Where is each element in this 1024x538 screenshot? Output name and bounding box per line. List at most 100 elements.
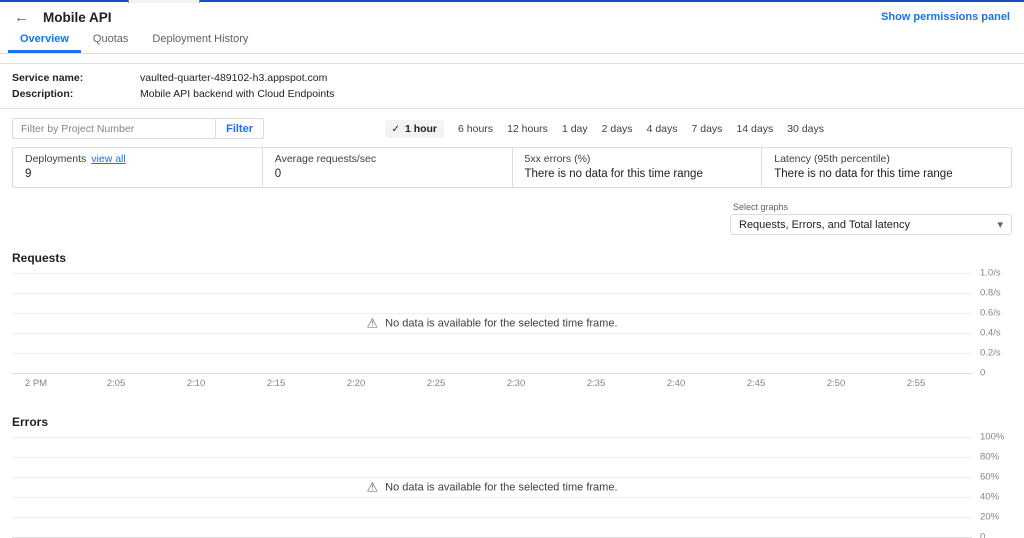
y-tick-label: 0.8/s — [980, 287, 1001, 299]
warning-icon: ⚠ — [366, 479, 379, 495]
x-tick-label: 2:40 — [666, 378, 686, 389]
filter-row: Filter ✓ 1 hour 6 hours 12 hours 1 day 2 … — [0, 118, 1024, 139]
y-tick-label: 1.0/s — [980, 267, 1001, 279]
errors-chart-plot: ⚠ No data is available for the selected … — [12, 437, 972, 538]
time-chip-1-hour[interactable]: ✓ 1 hour — [384, 119, 445, 138]
y-tick-label: 0.2/s — [980, 347, 1001, 359]
service-description-value: Mobile API backend with Cloud Endpoints — [140, 88, 335, 100]
no-data-message: ⚠ No data is available for the selected … — [367, 481, 618, 494]
filter-button[interactable]: Filter — [215, 119, 263, 138]
errors-5xx-card: 5xx errors (%) There is no data for this… — [511, 148, 762, 187]
deployments-label: Deployments view all — [25, 153, 250, 165]
deployments-card: Deployments view all 9 — [13, 148, 262, 187]
gridline — [12, 293, 972, 294]
deployments-label-text: Deployments — [25, 153, 87, 165]
time-range-selector: ✓ 1 hour 6 hours 12 hours 1 day 2 days 4 … — [384, 119, 824, 138]
project-filter-box: Filter — [12, 118, 264, 139]
time-chip-2-days[interactable]: 2 days — [602, 123, 633, 135]
service-description-row: Description: Mobile API backend with Clo… — [12, 86, 1012, 102]
stats-cards: Deployments view all 9 Average requests/s… — [12, 147, 1012, 188]
avg-requests-card: Average requests/sec 0 — [261, 148, 512, 187]
graph-select-value: Requests, Errors, and Total latency — [739, 218, 910, 231]
requests-y-axis: 1.0/s 0.8/s 0.6/s 0.4/s 0.2/s 0 — [972, 268, 1012, 379]
dropdown-caret-icon: ▾ — [997, 219, 1003, 231]
time-chip-4-days[interactable]: 4 days — [647, 123, 678, 135]
graph-select-label: Select graphs — [733, 202, 789, 212]
tab-quotas[interactable]: Quotas — [81, 29, 140, 53]
view-all-link[interactable]: view all — [91, 153, 125, 165]
y-tick-label: 0.6/s — [980, 307, 1001, 319]
service-description-label: Description: — [12, 88, 74, 100]
y-tick-label: 0 — [980, 367, 986, 379]
requests-chart-title: Requests — [12, 251, 67, 265]
browser-top-edge — [0, 0, 1024, 3]
avg-requests-label: Average requests/sec — [274, 153, 377, 165]
gridline — [12, 457, 972, 458]
page-header: ← Mobile API Show permissions panel — [0, 2, 1024, 32]
service-info-block: Service name: vaulted-quarter-489102-h3.… — [0, 63, 1024, 109]
time-chip-1-day[interactable]: 1 day — [562, 123, 588, 135]
tab-bar: Overview Quotas Deployment History — [0, 32, 1024, 54]
graph-select-dropdown[interactable]: Requests, Errors, and Total latency ▾ — [730, 214, 1012, 235]
gridline — [12, 273, 972, 274]
browser-tab-remnant — [128, 0, 200, 3]
requests-chart-section: Requests ⚠ No data is available for the … — [0, 251, 1024, 389]
y-tick-label: 60% — [980, 471, 1000, 483]
endpoints-service-page: ← Mobile API Show permissions panel Over… — [0, 0, 1024, 538]
latency-card: Latency (95th percentile) There is no da… — [761, 148, 1011, 187]
time-chip-30-days[interactable]: 30 days — [787, 123, 824, 135]
y-tick-label: 0.4/s — [980, 327, 1001, 339]
gridline — [12, 517, 972, 518]
x-tick-label: 2:10 — [186, 378, 206, 389]
no-data-message: ⚠ No data is available for the selected … — [367, 317, 618, 330]
x-tick-label: 2:15 — [266, 378, 286, 389]
service-name-value: vaulted-quarter-489102-h3.appspot.com — [140, 72, 328, 84]
project-filter-input[interactable] — [13, 122, 216, 135]
x-tick-label: 2:35 — [586, 378, 606, 389]
x-tick-label: 2:30 — [506, 378, 526, 389]
time-chip-label: 1 hour — [404, 122, 438, 135]
errors-chart-section: Errors ⚠ No data is available for the se… — [0, 415, 1024, 538]
time-chip-7-days[interactable]: 7 days — [692, 123, 723, 135]
x-tick-label: 2:05 — [106, 378, 126, 389]
x-tick-label: 2:55 — [906, 378, 926, 389]
gridline — [12, 497, 972, 498]
gridline — [12, 353, 972, 354]
latency-value: There is no data for this time range — [774, 168, 953, 180]
errors-y-axis: 100% 80% 60% 40% 20% 0 — [972, 432, 1012, 538]
gridline — [12, 333, 972, 334]
service-name-row: Service name: vaulted-quarter-489102-h3.… — [12, 70, 1012, 86]
gridline — [12, 477, 972, 478]
avg-requests-value: 0 — [274, 168, 282, 180]
time-chip-12-hours[interactable]: 12 hours — [507, 123, 548, 135]
service-name-label: Service name: — [12, 72, 84, 84]
x-tick-label: 2:45 — [746, 378, 766, 389]
errors-chart-title: Errors — [12, 415, 49, 429]
graph-select-wrap: Select graphs Requests, Errors, and Tota… — [730, 202, 1012, 235]
show-permissions-link[interactable]: Show permissions panel — [881, 11, 1010, 23]
errors-chart: ⚠ No data is available for the selected … — [12, 432, 1012, 538]
x-tick-label: 2:25 — [426, 378, 446, 389]
time-chip-6-hours[interactable]: 6 hours — [458, 123, 493, 135]
errors-5xx-value: There is no data for this time range — [524, 168, 703, 180]
gridline — [12, 313, 972, 314]
time-chip-14-days[interactable]: 14 days — [736, 123, 773, 135]
tab-deployment-history[interactable]: Deployment History — [140, 29, 260, 53]
no-data-text: No data is available for the selected ti… — [385, 481, 618, 493]
tab-overview[interactable]: Overview — [8, 29, 81, 53]
warning-icon: ⚠ — [366, 315, 379, 331]
deployments-value: 9 — [25, 168, 32, 180]
check-icon: ✓ — [391, 123, 400, 135]
y-tick-label: 100% — [980, 431, 1005, 443]
y-tick-label: 40% — [980, 491, 1000, 503]
requests-chart: ⚠ No data is available for the selected … — [12, 268, 1012, 379]
gridline — [12, 437, 972, 438]
y-tick-label: 0 — [980, 531, 986, 538]
x-tick-label: 2 PM — [24, 378, 48, 389]
latency-label: Latency (95th percentile) — [774, 153, 890, 165]
x-tick-label: 2:50 — [826, 378, 846, 389]
y-tick-label: 80% — [980, 451, 1000, 463]
requests-x-axis: 2 PM 2:05 2:10 2:15 2:20 2:25 2:30 2:35 2:40 2:45… — [12, 373, 972, 389]
y-tick-label: 20% — [980, 511, 1000, 523]
back-arrow-icon[interactable]: ← — [14, 9, 29, 26]
